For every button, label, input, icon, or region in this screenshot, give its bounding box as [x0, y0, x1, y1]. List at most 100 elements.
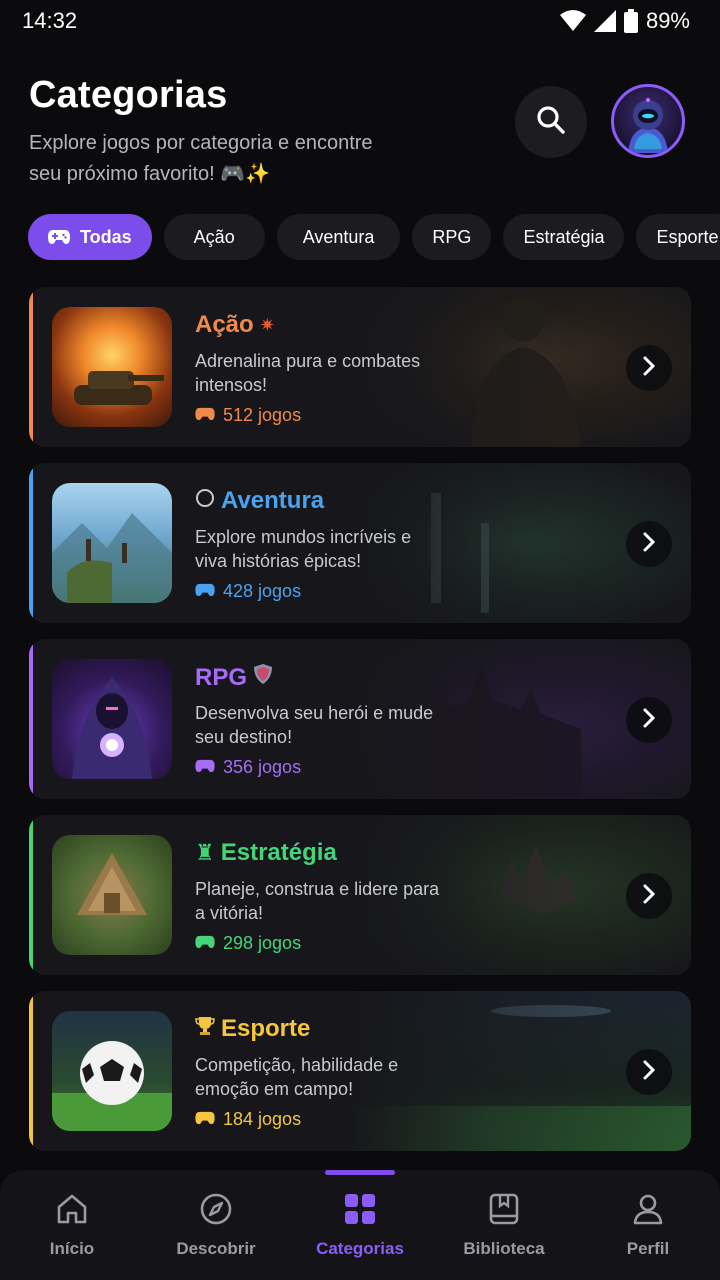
card-accent-bar	[29, 287, 33, 447]
category-card-acao[interactable]: Ação ✷ Adrenalina pura e combates intens…	[29, 287, 691, 447]
thumbnail-strategy-city	[52, 835, 172, 955]
category-name: Estratégia	[220, 839, 337, 866]
screen: 14:32 89% Categorias Explore jogos por c…	[0, 0, 720, 1280]
card-title: Ação ✷	[195, 311, 275, 339]
card-game-count: 428 jogos	[195, 581, 301, 602]
gamepad-icon	[195, 1109, 215, 1130]
page-title: Categorias	[29, 74, 228, 116]
nav-label: Descobrir	[176, 1239, 256, 1258]
category-card-estrategia[interactable]: ♜ Estratégia Planeje, construa e lidere …	[29, 815, 691, 975]
card-accent-bar	[29, 463, 33, 623]
nav-label: Categorias	[316, 1239, 404, 1258]
nav-item-biblioteca[interactable]: Biblioteca	[432, 1170, 576, 1280]
category-name: Aventura	[221, 487, 325, 514]
chip-label: Esporte	[656, 226, 719, 247]
bottom-navigation: Início Descobrir Categorias Biblioteca P…	[0, 1170, 720, 1280]
card-description: Competição, habilidade e emoção em campo…	[195, 1055, 399, 1099]
gamepad-icon	[195, 933, 215, 954]
category-name: Ação	[195, 311, 254, 338]
search-icon	[535, 104, 567, 141]
open-category-button[interactable]	[626, 1049, 672, 1095]
thumbnail-adventurers-cliff	[52, 483, 172, 603]
trophy-icon	[195, 1015, 215, 1043]
card-title: Aventura	[195, 487, 324, 515]
game-count: 298 jogos	[223, 933, 302, 953]
status-bar: 14:32 89%	[0, 0, 720, 44]
open-category-button[interactable]	[626, 873, 672, 919]
card-game-count: 512 jogos	[195, 405, 301, 426]
chevron-right-icon	[642, 1060, 656, 1085]
nav-label: Biblioteca	[463, 1239, 545, 1258]
status-time: 14:32	[22, 8, 78, 33]
category-card-esporte[interactable]: Esporte Competição, habilidade e emoção …	[29, 991, 691, 1151]
game-count: 184 jogos	[223, 1109, 302, 1129]
card-accent-bar	[29, 815, 33, 975]
avatar[interactable]	[611, 84, 685, 158]
compass-icon	[199, 1192, 233, 1231]
chip-label: Estratégia	[523, 226, 605, 247]
compass-icon	[195, 487, 215, 515]
game-count: 356 jogos	[223, 757, 302, 777]
card-description: Planeje, construa e lidere para a vitóri…	[195, 879, 440, 923]
card-title: RPG	[195, 663, 273, 692]
nav-item-descobrir[interactable]: Descobrir	[144, 1170, 288, 1280]
cellular-signal-icon	[593, 10, 616, 32]
card-description: Adrenalina pura e combates intensos!	[195, 351, 421, 395]
chip-label: Todas	[80, 226, 132, 247]
active-tab-indicator	[325, 1170, 395, 1175]
chevron-right-icon	[642, 884, 656, 909]
wifi-icon	[559, 10, 586, 32]
category-card-rpg[interactable]: RPG Desenvolva seu herói e mude seu dest…	[29, 639, 691, 799]
chess-rook-icon: ♜	[195, 840, 215, 865]
card-description: Explore mundos incríveis e viva história…	[195, 527, 412, 571]
open-category-button[interactable]	[626, 697, 672, 743]
card-title: ♜ Estratégia	[195, 839, 337, 867]
battery-icon	[623, 9, 638, 33]
card-description: Desenvolva seu herói e mude seu destino!	[195, 703, 434, 747]
avatar-astronaut-image	[628, 98, 668, 153]
status-icons: 89%	[559, 8, 690, 34]
chip-rpg[interactable]: RPG	[412, 214, 492, 260]
category-filter-chips: Todas Ação Aventura RPG Estratégia Espor…	[28, 214, 720, 260]
library-icon	[487, 1192, 521, 1231]
gamepad-icon	[195, 757, 215, 778]
chevron-right-icon	[642, 532, 656, 557]
gamepad-icon	[195, 405, 215, 426]
open-category-button[interactable]	[626, 345, 672, 391]
chevron-right-icon	[642, 356, 656, 381]
nav-item-perfil[interactable]: Perfil	[576, 1170, 720, 1280]
search-button[interactable]	[515, 86, 587, 158]
chevron-right-icon	[642, 708, 656, 733]
chip-aventura[interactable]: Aventura	[276, 214, 401, 260]
card-game-count: 298 jogos	[195, 933, 301, 954]
open-category-button[interactable]	[626, 521, 672, 567]
card-game-count: 184 jogos	[195, 1109, 301, 1130]
chip-todas[interactable]: Todas	[28, 214, 152, 260]
battery-percentage: 89%	[645, 8, 690, 33]
card-game-count: 356 jogos	[195, 757, 301, 778]
chip-esporte[interactable]: Esporte	[636, 214, 720, 260]
gamepad-icon	[195, 581, 215, 602]
chip-acao[interactable]: Ação	[163, 214, 265, 260]
card-accent-bar	[29, 991, 33, 1151]
category-name: RPG	[195, 663, 248, 691]
page-header: Categorias Explore jogos por categoria e…	[29, 70, 691, 190]
nav-label: Início	[49, 1239, 95, 1258]
chip-label: RPG	[432, 226, 472, 247]
home-icon	[55, 1192, 89, 1231]
thumbnail-tank-explosion	[52, 307, 172, 427]
game-count: 428 jogos	[223, 581, 302, 601]
chip-estrategia[interactable]: Estratégia	[503, 214, 625, 260]
thumbnail-hooded-mage	[52, 659, 172, 779]
nav-item-inicio[interactable]: Início	[0, 1170, 144, 1280]
page-subtitle: Explore jogos por categoria e encontre s…	[29, 132, 373, 185]
shield-icon	[253, 663, 273, 692]
game-count: 512 jogos	[223, 405, 302, 425]
nav-item-categorias[interactable]: Categorias	[288, 1170, 432, 1280]
explosion-icon: ✷	[259, 314, 275, 335]
category-name: Esporte	[221, 1015, 311, 1042]
category-list: Ação ✷ Adrenalina pura e combates intens…	[29, 287, 691, 1167]
category-card-aventura[interactable]: Aventura Explore mundos incríveis e viva…	[29, 463, 691, 623]
chip-label: Ação	[193, 226, 235, 247]
gamepad-icon	[48, 229, 70, 245]
